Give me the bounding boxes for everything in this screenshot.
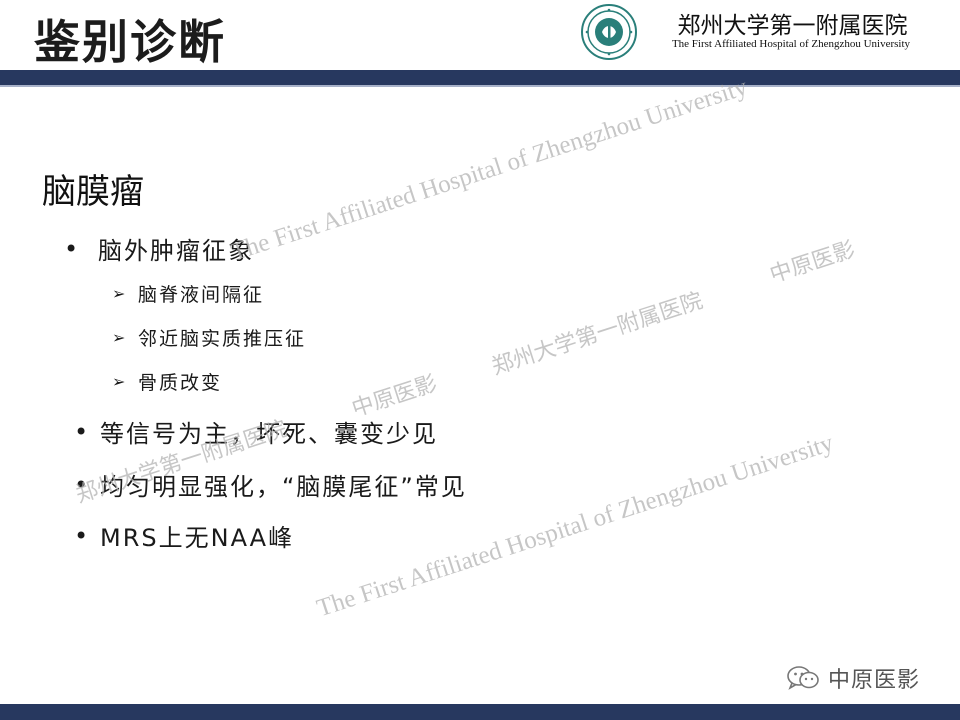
wechat-badge: 中原医影 <box>786 662 920 694</box>
bullet-text: 均匀明显强化，“脑膜尾征”常见 <box>100 473 467 501</box>
sub-bullet-item: ➢ 骨质改变 <box>112 368 222 395</box>
bullet-text: MRS上无NAA峰 <box>100 524 295 552</box>
sub-bullet-item: ➢ 邻近脑实质推压征 <box>112 324 306 351</box>
watermark-hospital-cn: 郑州大学第一附属医院 <box>488 288 706 381</box>
sub-bullet-arrow-icon: ➢ <box>112 328 128 347</box>
bullet-text: 等信号为主，坏死、囊变少见 <box>100 420 438 448</box>
wechat-icon <box>787 666 819 690</box>
sub-bullet-item: ➢ 脑脊液间隔征 <box>112 280 264 307</box>
bullet-icon: • <box>74 521 91 550</box>
sub-bullet-arrow-icon: ➢ <box>112 372 128 391</box>
bullet-icon: • <box>64 234 81 263</box>
hospital-name-en: The First Affiliated Hospital of Zhengzh… <box>671 38 911 50</box>
footer-bar <box>0 704 960 720</box>
watermark-hospital-en: The First Affiliated Hospital of Zhengzh… <box>313 429 837 623</box>
sub-bullet-text: 脑脊液间隔征 <box>138 284 265 306</box>
wechat-account-name: 中原医影 <box>828 668 921 693</box>
bullet-item: • MRS上无NAA峰 <box>74 518 294 553</box>
section-title: 脑膜瘤 <box>42 172 144 212</box>
bullet-item: • 均匀明显强化，“脑膜尾征”常见 <box>74 467 467 502</box>
bullet-icon: • <box>74 417 91 446</box>
sub-bullet-arrow-icon: ➢ <box>112 284 128 303</box>
header-divider <box>0 85 960 87</box>
watermark-zhongyuan: 中原医影 <box>766 237 859 289</box>
page-title: 鉴别诊断 <box>34 15 226 69</box>
hospital-name-cn: 郑州大学第一附属医院 <box>677 13 908 39</box>
bullet-item: • 等信号为主，坏死、囊变少见 <box>74 414 438 449</box>
watermark-hospital-en: The First Affiliated Hospital of Zhengzh… <box>227 73 751 267</box>
header-bar <box>0 70 960 85</box>
bullet-text: 脑外肿瘤征象 <box>98 237 254 265</box>
hospital-emblem-icon <box>581 4 637 60</box>
sub-bullet-text: 邻近脑实质推压征 <box>138 328 307 350</box>
bullet-item: • 脑外肿瘤征象 <box>64 231 254 266</box>
sub-bullet-text: 骨质改变 <box>138 372 223 394</box>
bullet-icon: • <box>74 470 91 499</box>
